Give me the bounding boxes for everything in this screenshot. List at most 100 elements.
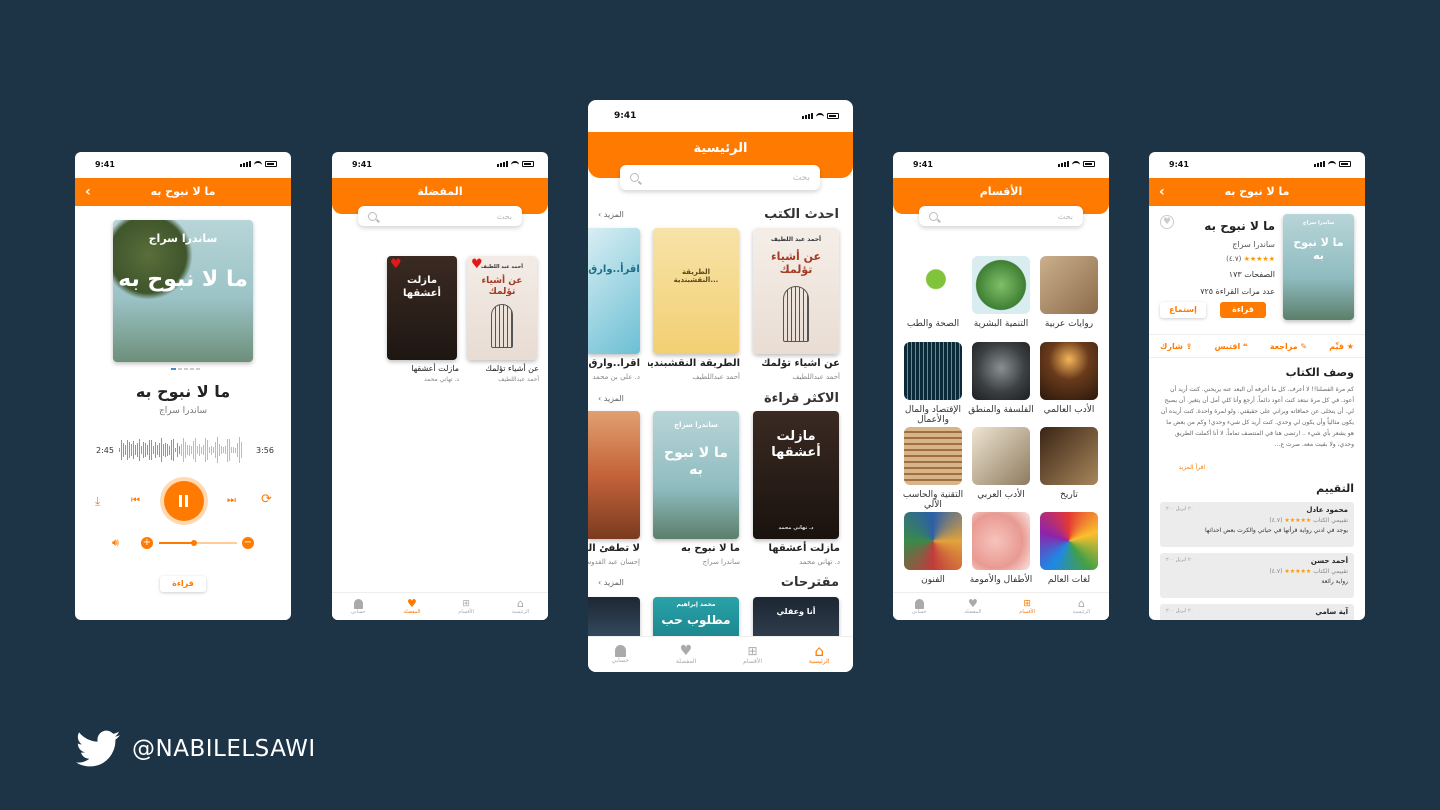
bottom-nav: حسابي ♥ المفضلة ⊞ الأقسام ⌂ الرئيسية [332,592,548,620]
nav-favorites[interactable]: ♥ المفضلة [964,598,981,615]
candle-books-photo-icon[interactable] [1040,342,1098,400]
cover-iqra[interactable]: اقرأ..وارق [588,228,640,354]
listen-button[interactable]: إستماع [1160,302,1206,318]
share-action[interactable]: ⇪ شارك [1160,342,1192,351]
status-time: 9:41 [352,159,372,169]
detail-header: ‹ ما لا نبوح به [1149,178,1365,206]
waveform-bar [185,441,186,459]
nav-favorites[interactable]: ♥ المفضلة [403,598,421,615]
cover-ma-la-nabouh[interactable]: ساندرا سراج ما لا نبوح به [653,411,739,539]
nav-account[interactable]: حسابي [611,645,629,664]
categories-header-title: الأقسام [979,185,1023,198]
baby-feet-photo-icon[interactable] [972,512,1030,570]
nav-sections[interactable]: ⊞ الأقسام [743,644,763,665]
books-stack-photo-icon[interactable] [904,427,962,485]
waveform-bar [183,438,184,462]
read-button[interactable]: قراءة [160,576,206,592]
art-photo-icon[interactable] [904,512,962,570]
rate-action[interactable]: ★ قيِّم [1329,342,1354,351]
nav-account[interactable]: حسابي [351,598,366,615]
cover-title: ما لا نبوح به [664,445,728,478]
nav-sections[interactable]: ⊞ الأقسام [1019,599,1035,615]
favorite-heart-icon[interactable]: ♥ [1160,215,1174,229]
cover-tariqa[interactable]: الطريقة النقشبندية... [653,228,739,354]
download-icon[interactable]: ⤓ [95,494,100,509]
quote-label: اقتبس [1214,341,1241,351]
manuscript-photo-icon[interactable] [1040,256,1098,314]
waveform-bar [227,438,228,462]
more-label: المزيد [603,578,624,587]
quote-action[interactable]: ❝ اقتبس [1214,342,1247,351]
pause-button[interactable] [164,481,204,521]
twitter-bird-icon [76,730,120,767]
signal-icon [1058,161,1069,167]
repeat-icon[interactable]: ⟳ [261,492,272,507]
volume-slider[interactable] [159,540,237,546]
nav-sections[interactable]: ⊞ الأقسام [458,599,474,615]
cover-title: الطريقة النقشبندية... [673,268,719,284]
rate-label: قيِّم [1329,341,1344,351]
cover-mazelt[interactable]: مازلت أعشقها د. تهاني محمد [753,411,839,539]
waveform-bar [151,440,152,460]
cover-la-tutfi[interactable] [588,411,640,539]
volume-plus-button[interactable]: + [141,537,153,549]
handle-text: @NABILELSAWI [132,736,316,762]
cover-ana-wa-aqli[interactable]: أنا وعقلي [753,597,839,637]
apple-stethoscope-photo-icon[interactable] [904,256,962,314]
favorite-heart-icon[interactable]: ♥ [471,257,483,272]
status-bar: 9:41 [893,152,1109,176]
volume-minus-button[interactable]: − [242,537,254,549]
cover-ashyaa[interactable]: أحمد عبد اللطيف عن أشياء تؤلمك [753,228,839,354]
review-date: ٢٠ ابريل ٢٠٠ [1166,557,1194,563]
signal-icon [497,161,508,167]
stock-chart-photo-icon[interactable] [904,342,962,400]
previous-icon[interactable]: ⏮ [131,495,140,506]
review-stars: ★★★★★ [1282,517,1312,524]
more-link[interactable]: ‹ المزيد [598,394,624,403]
nav-home[interactable]: ⌂ الرئيسية [512,596,529,615]
nav-sections-label: الأقسام [743,657,763,665]
search-input[interactable]: بحث [358,206,522,226]
cover-author: محمد إبراهيم [676,601,716,608]
wifi-icon [511,161,519,167]
search-input[interactable]: بحث [919,206,1083,226]
waveform-bar [145,443,146,457]
nav-home-label: الرئيسية [808,657,830,665]
next-icon[interactable]: ⏭ [227,495,236,506]
more-link[interactable]: ‹ المزيد [598,210,624,219]
nav-account[interactable]: حسابي [912,598,927,615]
nav-home[interactable]: ⌂ الرئيسية [1073,598,1090,615]
waveform-bar [129,442,130,458]
volume-knob[interactable] [191,540,198,546]
waveform-bar [131,444,132,456]
nav-home[interactable]: ⌂ الرئيسية [808,641,830,665]
nav-favorites-label: المفضلة [403,608,421,615]
cover-suggested-3[interactable] [588,597,640,637]
speaker-icon[interactable]: 🔊︎ [112,536,119,550]
bottom-nav: حسابي ♥ المفضلة ⊞ الأقسام ⌂ الرئيسية [588,636,853,672]
flags-photo-icon[interactable] [1040,512,1098,570]
more-link[interactable]: ‹ المزيد [598,578,624,587]
review-rating: (٤.٧) [1269,568,1283,575]
review-action[interactable]: ✎ مراجعة [1270,342,1307,351]
home-icon: ⌂ [516,596,524,610]
favorite-heart-icon[interactable]: ♥ [390,257,402,272]
read-button[interactable]: قراءة [1220,302,1266,318]
search-icon [368,211,377,221]
waveform-bar [181,443,182,457]
reviewer-name: محمود عادل ٢٠ ابريل ٢٠٠ [1166,506,1348,514]
thinker-statue-photo-icon[interactable] [972,342,1030,400]
tree-photo-icon[interactable] [972,256,1030,314]
read-more-link[interactable]: اقرأ المزيد [1178,464,1205,471]
waveform[interactable] [119,434,249,466]
cover-matloob[interactable]: محمد إبراهيم مطلوب حب [653,597,739,637]
search-input[interactable]: بحث [620,165,820,190]
nav-favorites[interactable]: ♥ المفضلة [676,644,696,665]
back-icon[interactable]: ‹ [85,178,91,206]
review-rating-row: تقييمي الكتاب ★★★★★ (٤.٧) [1166,568,1348,575]
scholar-photo-icon[interactable] [972,427,1030,485]
home-icon: ⌂ [814,641,824,660]
cover-title: عن أشياء تؤلمك [770,250,822,276]
back-icon[interactable]: ‹ [1159,178,1165,206]
quill-photo-icon[interactable] [1040,427,1098,485]
